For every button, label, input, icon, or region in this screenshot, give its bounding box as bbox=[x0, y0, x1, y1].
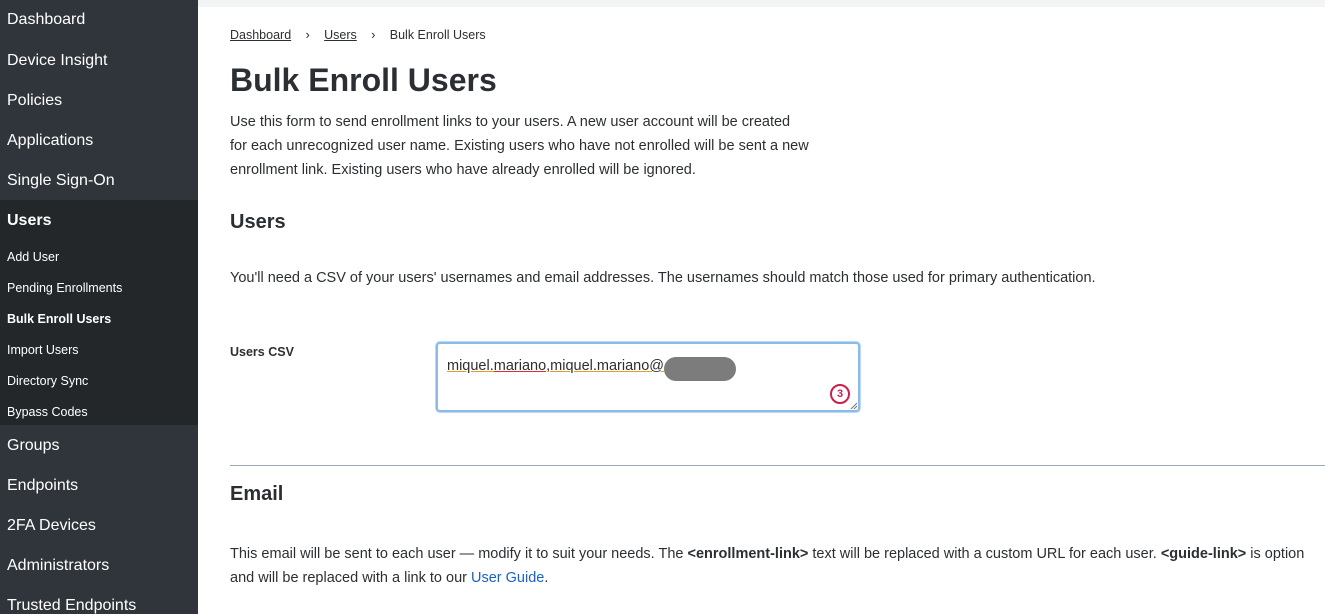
csv-value-segment: mariano bbox=[493, 358, 547, 374]
sidebar-item-users[interactable]: Users bbox=[0, 200, 198, 242]
sidebar-subitem-bulk-enroll-users[interactable]: Bulk Enroll Users bbox=[0, 304, 198, 335]
page-intro: Use this form to send enrollment links t… bbox=[230, 114, 809, 178]
users-csv-textarea[interactable]: miquel.mariano,miquel.mariano@ 3 bbox=[436, 342, 860, 412]
sidebar-item-trusted-endpoints[interactable]: Trusted Endpoints bbox=[0, 586, 198, 614]
sidebar-users-section: Users Add User Pending Enrollments Bulk … bbox=[0, 200, 198, 425]
sidebar-item-endpoints[interactable]: Endpoints bbox=[0, 466, 198, 506]
users-csv-value: miquel.mariano,miquel.mariano@ bbox=[447, 358, 664, 374]
users-csv-label: Users CSV bbox=[230, 345, 294, 359]
enrollment-link-token: <enrollment-link> bbox=[687, 546, 809, 562]
email-text: is option bbox=[1246, 546, 1305, 562]
breadcrumb-current: Bulk Enroll Users bbox=[389, 28, 486, 42]
sidebar-item-policies[interactable]: Policies bbox=[0, 81, 198, 121]
sidebar-subitem-import-users[interactable]: Import Users bbox=[0, 335, 198, 366]
breadcrumb-link-users[interactable]: Users bbox=[324, 28, 357, 42]
email-instructions: This email will be sent to each user — m… bbox=[230, 542, 1325, 590]
email-text: This email will be sent to each user — m… bbox=[230, 546, 688, 562]
csv-instructions: You'll need a CSV of your users' usernam… bbox=[230, 270, 1096, 286]
csv-value-segment: ,miquel.mariano@ bbox=[546, 358, 665, 374]
redacted-email-domain bbox=[664, 357, 736, 381]
sidebar-item-dashboard[interactable]: Dashboard bbox=[0, 0, 198, 41]
page-title: Bulk Enroll Users bbox=[230, 62, 497, 98]
grammar-suggestion-badge[interactable]: 3 bbox=[830, 384, 850, 404]
resize-handle-icon[interactable] bbox=[850, 402, 857, 409]
users-section-heading: Users bbox=[230, 211, 286, 233]
email-text: and will be replaced with a link to our bbox=[230, 570, 471, 586]
user-guide-link[interactable]: User Guide bbox=[471, 570, 544, 586]
sidebar-item-device-insight[interactable]: Device Insight bbox=[0, 41, 198, 81]
sidebar-subitem-pending-enrollments[interactable]: Pending Enrollments bbox=[0, 273, 198, 304]
email-section-heading: Email bbox=[230, 483, 284, 505]
main-content: Dashboard › Users › Bulk Enroll Users Bu… bbox=[230, 0, 1325, 614]
section-divider bbox=[230, 465, 1325, 466]
breadcrumb-link-dashboard[interactable]: Dashboard bbox=[230, 28, 291, 42]
sidebar-bottom-nav: Groups Endpoints 2FA Devices Administrat… bbox=[0, 426, 198, 614]
sidebar-item-groups[interactable]: Groups bbox=[0, 426, 198, 466]
guide-link-token: <guide-link> bbox=[1160, 546, 1247, 562]
sidebar: Dashboard Device Insight Policies Applic… bbox=[0, 0, 198, 614]
sidebar-top-nav: Dashboard Device Insight Policies Applic… bbox=[0, 0, 198, 201]
sidebar-item-single-sign-on[interactable]: Single Sign-On bbox=[0, 161, 198, 201]
sidebar-item-applications[interactable]: Applications bbox=[0, 121, 198, 161]
sidebar-subitem-add-user[interactable]: Add User bbox=[0, 242, 198, 273]
breadcrumb: Dashboard › Users › Bulk Enroll Users bbox=[230, 27, 486, 42]
csv-value-segment: miquel. bbox=[447, 358, 494, 374]
email-text: . bbox=[544, 570, 549, 586]
sidebar-item-administrators[interactable]: Administrators bbox=[0, 546, 198, 586]
chevron-right-icon: › bbox=[371, 27, 376, 42]
sidebar-subitem-directory-sync[interactable]: Directory Sync bbox=[0, 366, 198, 397]
sidebar-subitem-bypass-codes[interactable]: Bypass Codes bbox=[0, 397, 198, 428]
email-text: text will be replaced with a custom URL … bbox=[808, 546, 1161, 562]
chevron-right-icon: › bbox=[305, 27, 310, 42]
sidebar-item-2fa-devices[interactable]: 2FA Devices bbox=[0, 506, 198, 546]
